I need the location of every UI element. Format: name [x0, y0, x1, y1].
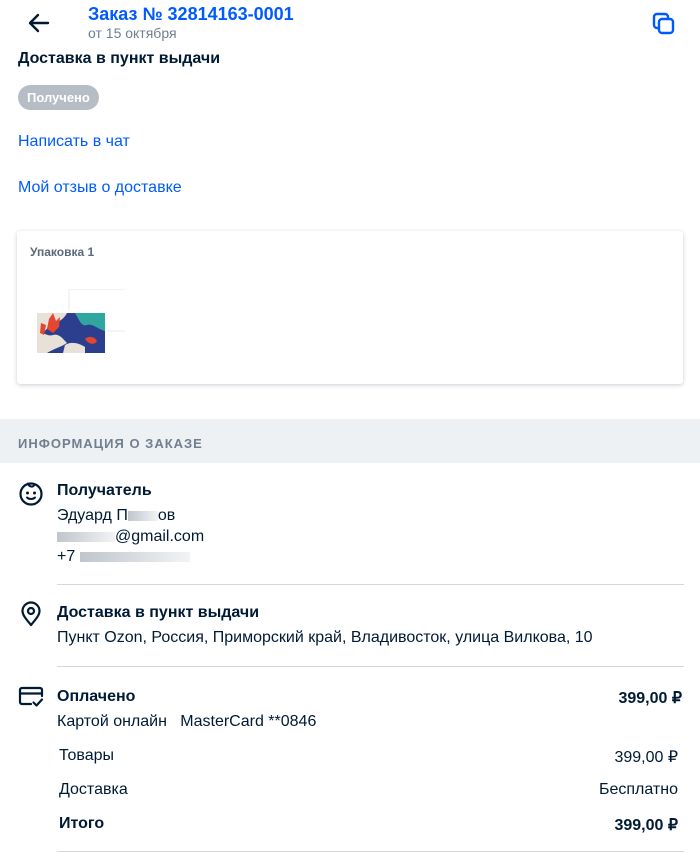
package-label: Упаковка 1 — [30, 245, 95, 259]
arrow-left-icon — [28, 13, 50, 33]
delivery-review-link[interactable]: Мой отзыв о доставке — [18, 179, 182, 197]
smile-face-icon — [19, 482, 43, 506]
recipient-heading: Получатель — [57, 482, 152, 499]
copy-button[interactable] — [650, 10, 678, 38]
copy-icon — [652, 12, 675, 35]
write-to-chat-link[interactable]: Написать в чат — [18, 133, 130, 151]
payment-heading: Оплачено — [57, 688, 136, 705]
total-value: 399,00 ₽ — [614, 817, 678, 834]
package-card[interactable]: Упаковка 1 — [17, 231, 683, 384]
delivery-type-title: Доставка в пункт выдачи — [18, 50, 221, 67]
back-button[interactable] — [24, 8, 54, 38]
top-bar: Заказ № 32814163-0001 от 15 октября — [0, 0, 700, 44]
goods-value: 399,00 ₽ — [614, 749, 678, 766]
delivery-cost-value: Бесплатно — [598, 781, 678, 798]
pickup-address: Пункт Ozon, Россия, Приморский край, Вла… — [57, 629, 593, 646]
redacted-block — [57, 531, 115, 542]
redacted-block — [127, 510, 158, 521]
total-label: Итого — [59, 815, 105, 832]
payment-amount: 399,00 ₽ — [618, 690, 682, 707]
order-title: Заказ № 32814163-0001 — [88, 4, 294, 24]
divider — [57, 851, 684, 852]
order-date: от 15 октября — [88, 25, 177, 41]
recipient-email: @gmail.com — [57, 528, 204, 546]
recipient-name: Эдуард Пов — [57, 507, 176, 524]
section-title: ИНФОРМАЦИЯ О ЗАКАЗЕ — [18, 436, 203, 451]
location-pin-icon — [21, 601, 41, 627]
recipient-phone: +7 — [57, 548, 190, 566]
payment-card: MasterCard **0846 — [180, 713, 317, 730]
payment-method: Картой онлайн MasterCard **0846 — [57, 713, 317, 730]
goods-label: Товары — [59, 747, 115, 764]
redacted-block — [79, 551, 190, 562]
divider — [57, 666, 684, 667]
status-badge: Получено — [18, 85, 99, 110]
order-info-section-header: ИНФОРМАЦИЯ О ЗАКАЗЕ — [0, 419, 700, 463]
divider — [57, 584, 684, 585]
product-thumbnail[interactable] — [35, 289, 125, 359]
credit-card-check-icon — [18, 686, 44, 707]
delivery-cost-label: Доставка — [59, 781, 128, 798]
pickup-heading: Доставка в пункт выдачи — [57, 604, 260, 621]
